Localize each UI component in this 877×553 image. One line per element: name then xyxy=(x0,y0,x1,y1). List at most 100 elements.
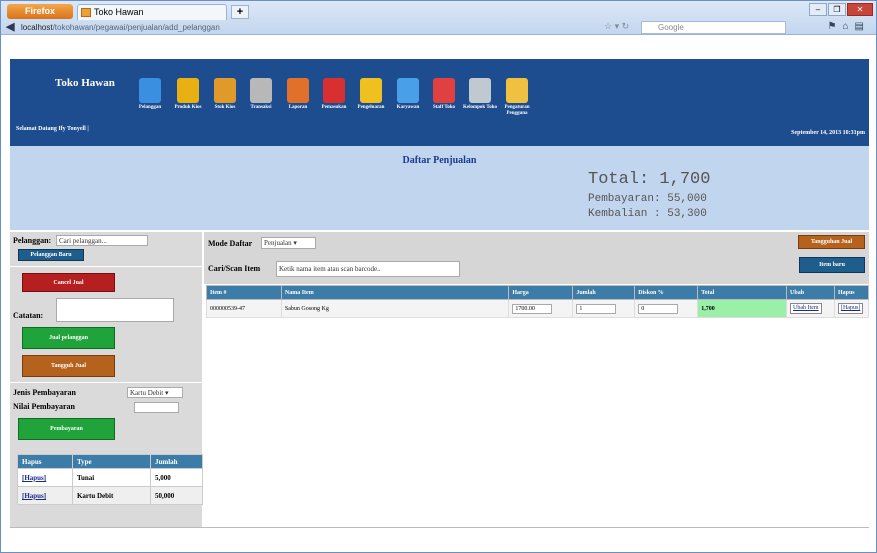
menu-item-customer[interactable]: Pelanggan xyxy=(132,78,168,111)
cart-table: Item # Nama Item Harga Jumlah Diskon % Total U… xyxy=(206,285,870,318)
menu-item-label: Stok Kios xyxy=(214,105,236,110)
menu-item-user-settings[interactable]: Pengaturan Pengguna xyxy=(499,78,535,117)
bookmark-star-icon[interactable]: ☆ ▾ ↻ xyxy=(604,21,629,32)
menu-item-database[interactable]: Kelompok Toko xyxy=(462,78,498,111)
suspended-sales-button[interactable]: Tangguhan Jual xyxy=(798,235,865,249)
payments-table: Hapus Type Jumlah [Hapus] Tunai 5,000 [Hapus]… xyxy=(17,454,204,505)
staff-icon xyxy=(433,78,455,103)
mode-select[interactable]: Penjualan ▾ xyxy=(261,237,316,249)
close-button[interactable]: ✕ xyxy=(847,3,873,16)
customer-label: Pelanggan: xyxy=(13,236,52,245)
payments-column-header: Type xyxy=(71,454,151,469)
menu-item-employee[interactable]: Karyawan xyxy=(390,78,426,111)
finish-sale-button[interactable]: Jual pelanggan xyxy=(22,327,115,349)
menu-item-product[interactable]: Produk Kios xyxy=(170,78,206,111)
tab-title: Toko Hawan xyxy=(94,7,144,17)
add-payment-button[interactable]: Pembayaran xyxy=(18,418,115,440)
payments-header-row: Hapus Type Jumlah xyxy=(17,454,204,469)
firefox-menu-button[interactable]: Firefox xyxy=(7,4,73,19)
cancel-sale-button[interactable]: Cancel Jual xyxy=(22,273,115,292)
sale-summary-band: Daftar Penjualan Total: 1,700 Pembayaran… xyxy=(10,146,869,230)
cart-column-header: Item # xyxy=(206,285,282,300)
notes-textarea[interactable] xyxy=(56,298,174,322)
menu-item-label: Kelompok Toko xyxy=(462,105,498,110)
chevron-down-icon: ▾ xyxy=(163,389,169,397)
cart-column-header: Ubah xyxy=(786,285,835,300)
edit-item-button[interactable]: Ubah Item xyxy=(790,303,822,314)
cart-cell-hapus: [Hapus] xyxy=(833,299,870,318)
cart-column-header: Total xyxy=(697,285,788,300)
search-item-label: Cari/Scan Item xyxy=(208,264,261,273)
favicon-icon xyxy=(81,8,91,17)
payment-cell-jumlah: 50,000 xyxy=(149,486,204,505)
total-display: Total: 1,700 xyxy=(588,170,711,189)
customer-icon xyxy=(139,78,161,103)
mode-label: Mode Daftar xyxy=(208,239,253,248)
menu-item-transaction[interactable]: Transaksi xyxy=(243,78,279,111)
cart-cell-jumlah: 1 xyxy=(572,299,636,318)
delete-payment-link[interactable]: [Hapus] xyxy=(22,474,46,482)
cart-column-header: Diskon % xyxy=(634,285,699,300)
browser-tab[interactable]: Toko Hawan xyxy=(77,4,227,20)
menu-item-label: Pengeluaran xyxy=(357,105,385,110)
customer-search-input[interactable]: Cari pelanggan... xyxy=(56,235,148,246)
payments-column-header: Hapus xyxy=(17,454,73,469)
suspend-sale-button[interactable]: Tangguh Jual xyxy=(22,355,115,377)
cart-body: 000000539-47 Sabun Gosong Kg 1700.00 1 0 1,70… xyxy=(206,299,870,318)
new-item-button[interactable]: Item baru xyxy=(799,257,865,273)
new-customer-button[interactable]: Pelanggan Baru xyxy=(18,249,84,261)
payment-cell-hapus: [Hapus] xyxy=(17,468,73,487)
payment-cell-type: Kartu Debit xyxy=(71,486,151,505)
minimize-button[interactable]: – xyxy=(809,3,827,16)
divider xyxy=(10,266,202,267)
cart-column-header: Hapus xyxy=(833,285,870,300)
navigation-bar: ◀ localhost/tokohawan/pegawai/penjualan/… xyxy=(1,21,876,35)
item-search-input[interactable]: Ketik nama item atau scan barcode.. xyxy=(276,261,460,277)
divider xyxy=(10,382,202,383)
harga-input[interactable]: 1700.00 xyxy=(512,303,553,314)
menu-item-expense[interactable]: Pengeluaran xyxy=(353,78,389,111)
payment-cell-hapus: [Hapus] xyxy=(17,486,73,505)
cart-toolbar: Mode Daftar Penjualan ▾ Cari/Scan Item K… xyxy=(204,232,869,284)
payment-type-select[interactable]: Kartu Debit ▾ xyxy=(127,387,183,398)
menu-item-label: Produk Kios xyxy=(174,105,202,110)
delete-item-link[interactable]: [Hapus] xyxy=(837,303,864,314)
menu-item-report[interactable]: Laporan xyxy=(280,78,316,111)
cart-cell-item: 000000539-47 xyxy=(206,299,282,318)
payment-type-value: Kartu Debit xyxy=(130,389,164,397)
page-title: Daftar Penjualan xyxy=(402,155,477,166)
cart-column-header: Jumlah xyxy=(572,285,636,300)
menu-item-income[interactable]: Pemasukan xyxy=(316,78,352,111)
change-display: Kembalian : 53,300 xyxy=(588,208,707,220)
store-title: Toko Hawan xyxy=(55,77,115,89)
search-input[interactable]: Google xyxy=(641,21,786,34)
product-icon xyxy=(177,78,199,103)
address-bar[interactable]: localhost/tokohawan/pegawai/penjualan/ad… xyxy=(21,22,601,34)
menu-item-stock-box[interactable]: Stok Kios xyxy=(207,78,243,111)
payment-cell-jumlah: 5,000 xyxy=(149,468,204,487)
toolbar-icons[interactable]: ⚑⌂▤ xyxy=(828,21,870,32)
new-tab-button[interactable]: + xyxy=(231,5,249,19)
cart-cell-diskon: 0 xyxy=(634,299,699,318)
back-arrow-icon[interactable]: ◀ xyxy=(6,22,14,33)
delete-payment-link[interactable]: [Hapus] xyxy=(22,492,46,500)
mode-value: Penjualan xyxy=(264,239,292,247)
url-host: localhost xyxy=(21,23,53,32)
cart-panel: Mode Daftar Penjualan ▾ Cari/Scan Item K… xyxy=(204,232,870,527)
expense-icon xyxy=(360,78,382,103)
browser-titlebar: Firefox Toko Hawan + – ❐ ✕ ◀ localhost/t… xyxy=(1,1,876,35)
current-date: September 14, 2013 10:31pm xyxy=(791,130,865,136)
url-path: /tokohawan/pegawai/penjualan/add_pelangg… xyxy=(52,23,220,32)
cart-cell-ubah: Ubah Item xyxy=(786,299,835,318)
diskon-input[interactable]: 0 xyxy=(638,303,679,314)
payments-body: [Hapus] Tunai 5,000 [Hapus] Kartu Debit 50,00… xyxy=(17,468,204,505)
app-header: Toko Hawan Pelanggan Produk Kios Stok Kios… xyxy=(10,59,869,146)
cart-row: 000000539-47 Sabun Gosong Kg 1700.00 1 0 1,70… xyxy=(206,299,870,318)
jumlah-input[interactable]: 1 xyxy=(576,303,617,314)
user-settings-icon xyxy=(506,78,528,103)
menu-item-staff[interactable]: Staff Toko xyxy=(426,78,462,111)
cart-column-header: Nama Item xyxy=(280,285,510,300)
payment-amount-input[interactable] xyxy=(134,402,179,413)
footer-line xyxy=(10,527,869,528)
maximize-button[interactable]: ❐ xyxy=(828,3,846,16)
